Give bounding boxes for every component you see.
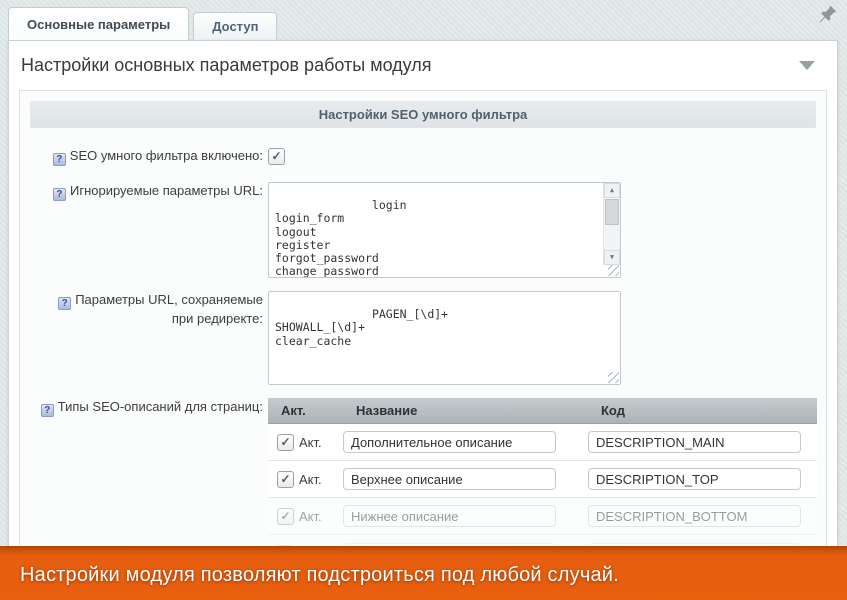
row-active-label: Акт.	[299, 509, 322, 524]
table-row: ✓ Акт. Нижнее описание DESCRIPTION_BOTTO…	[268, 498, 817, 535]
form-row-seo-enabled: ? SEO умного фильтра включено: ✓	[20, 147, 826, 166]
promo-banner-text: Настройки модуля позволяют подстроиться …	[20, 564, 619, 587]
row-active-checkbox[interactable]: ✓	[277, 434, 294, 451]
seo-enabled-label-cell: ? SEO умного фильтра включено:	[20, 147, 263, 166]
page-title: Настройки основных параметров работы мод…	[21, 55, 432, 76]
row-name-input[interactable]: Дополнительное описание	[343, 431, 556, 453]
help-icon[interactable]: ?	[53, 153, 66, 166]
seo-enabled-label: SEO умного фильтра включено:	[70, 148, 263, 163]
seo-enabled-control: ✓	[268, 147, 285, 166]
table-row: ✓ Акт. Верхнее описание DESCRIPTION_TOP	[268, 461, 817, 498]
row-name-input[interactable]: Нижнее описание	[343, 505, 556, 527]
scroll-up-icon[interactable]: ▲	[604, 183, 620, 198]
ignored-params-textarea[interactable]: login login_form logout register forgot_…	[268, 182, 621, 278]
redirect-params-label: Параметры URL, сохраняемые при редиректе…	[75, 292, 263, 326]
form-row-redirect-params: ? Параметры URL, сохраняемые при редирект…	[20, 291, 826, 385]
row-name-input[interactable]: Верхнее описание	[343, 468, 556, 490]
scrollbar-track[interactable]	[604, 226, 620, 250]
ignored-params-label: Игнорируемые параметры URL:	[70, 183, 263, 198]
settings-panel: Настройки основных параметров работы мод…	[8, 40, 838, 600]
section-header: Настройки SEO умного фильтра	[30, 101, 816, 128]
tab-main-parameters[interactable]: Основные параметры	[8, 7, 189, 40]
form-row-ignored-params: ? Игнорируемые параметры URL: login login…	[20, 182, 826, 278]
row-active-label: Акт.	[299, 435, 322, 450]
row-code-input[interactable]: DESCRIPTION_BOTTOM	[588, 505, 801, 527]
row-active-label: Акт.	[299, 472, 322, 487]
module-settings-window: Основные параметры Доступ Настройки осно…	[0, 0, 847, 600]
column-header-name: Название	[343, 403, 588, 418]
pushpin-icon[interactable]	[819, 5, 837, 23]
column-header-active: Акт.	[268, 403, 343, 418]
row-code-input[interactable]: DESCRIPTION_MAIN	[588, 431, 801, 453]
tab-access-label: Доступ	[212, 19, 258, 34]
form-area: ? SEO умного фильтра включено: ✓ ? Игнорир…	[20, 138, 826, 572]
seo-enabled-checkbox[interactable]: ✓	[268, 148, 285, 165]
seo-types-table-header: Акт. Название Код	[268, 398, 817, 424]
textarea-scrollbar[interactable]: ▲ ▼	[603, 183, 620, 265]
ignored-params-label-cell: ? Игнорируемые параметры URL:	[20, 182, 263, 278]
help-icon[interactable]: ?	[41, 404, 54, 417]
ignored-params-control: login login_form logout register forgot_…	[268, 182, 621, 278]
row-code-input[interactable]: DESCRIPTION_TOP	[588, 468, 801, 490]
resize-grip-icon[interactable]	[608, 372, 619, 383]
collapse-arrow-icon[interactable]	[799, 61, 815, 70]
tab-main-parameters-label: Основные параметры	[27, 17, 170, 32]
row-active-checkbox[interactable]: ✓	[277, 471, 294, 488]
seo-types-label: Типы SEO-описаний для страниц:	[58, 399, 263, 414]
redirect-params-control: PAGEN_[\d]+ SHOWALL_[\d]+ clear_cache	[268, 291, 621, 385]
resize-grip-icon[interactable]	[608, 265, 619, 276]
column-header-code: Код	[588, 403, 817, 418]
panel-header: Настройки основных параметров работы мод…	[9, 41, 837, 90]
redirect-params-label-cell: ? Параметры URL, сохраняемые при редирект…	[20, 291, 263, 385]
settings-form-box: Настройки SEO умного фильтра ? SEO умного…	[19, 90, 827, 600]
tab-bar: Основные параметры Доступ	[8, 7, 839, 40]
scroll-down-icon[interactable]: ▼	[604, 250, 620, 265]
help-icon[interactable]: ?	[53, 188, 66, 201]
redirect-params-value: PAGEN_[\d]+ SHOWALL_[\d]+ clear_cache	[275, 307, 448, 347]
help-icon[interactable]: ?	[58, 297, 71, 310]
promo-banner: Настройки модуля позволяют подстроиться …	[0, 546, 847, 600]
scrollbar-thumb[interactable]	[605, 199, 619, 225]
row-active-checkbox[interactable]: ✓	[277, 508, 294, 525]
tab-access[interactable]: Доступ	[193, 12, 277, 40]
ignored-params-value: login login_form logout register forgot_…	[275, 198, 413, 278]
table-row: ✓ Акт. Дополнительное описание DESCRIPTI…	[268, 424, 817, 461]
redirect-params-textarea[interactable]: PAGEN_[\d]+ SHOWALL_[\d]+ clear_cache	[268, 291, 621, 385]
